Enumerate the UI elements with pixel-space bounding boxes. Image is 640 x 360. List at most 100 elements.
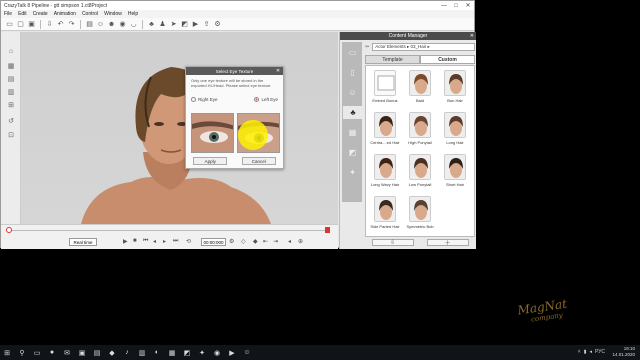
side-tab-actor-icon[interactable]: ▯ <box>346 66 359 79</box>
import-icon[interactable]: ⇩ <box>45 20 54 29</box>
menu-control[interactable]: Control <box>82 11 98 17</box>
app-icon[interactable]: ▶ <box>225 347 239 358</box>
asset-item[interactable]: Side Parted Hair <box>370 196 400 229</box>
save-icon[interactable]: ▣ <box>27 20 36 29</box>
layout-icon[interactable]: ▤ <box>6 74 16 84</box>
app-icon[interactable]: ◐ <box>150 347 164 358</box>
render-icon[interactable]: ▶ <box>191 20 200 29</box>
loop-icon[interactable]: ⟲ <box>186 238 191 245</box>
play-icon[interactable]: ▶ <box>123 238 128 245</box>
browser-icon[interactable]: ● <box>45 347 59 358</box>
scene-icon[interactable]: ▤ <box>85 20 94 29</box>
asset-item[interactable]: Centra....ed Hair <box>370 112 400 145</box>
menu-window[interactable]: Window <box>104 11 122 17</box>
timecode-field[interactable]: 00:00:000 <box>201 238 226 246</box>
side-tab-scene-icon[interactable]: ◩ <box>346 146 359 159</box>
app-icon[interactable]: ◉ <box>210 347 224 358</box>
last-frame-icon[interactable]: ⏭ <box>173 238 178 245</box>
menu-animation[interactable]: Animation <box>54 11 76 17</box>
right-eye-preview[interactable] <box>191 113 234 153</box>
settings-small-icon[interactable]: ⚙ <box>229 238 234 245</box>
body-icon[interactable]: ♟ <box>158 20 167 29</box>
menu-help[interactable]: Help <box>128 11 138 17</box>
apply-button[interactable]: Apply <box>193 157 228 165</box>
volume-icon[interactable]: ◂ <box>288 238 291 245</box>
motion-icon[interactable]: ➤ <box>169 20 178 29</box>
settings-icon[interactable]: ⚙ <box>213 20 222 29</box>
asset-item[interactable]: Long Wavy Hair <box>370 154 400 187</box>
timeline-track[interactable] <box>7 230 329 231</box>
asset-item[interactable]: Embed Bonus <box>370 70 400 103</box>
asset-item[interactable]: Short Hair <box>440 154 470 187</box>
menu-edit[interactable]: Edit <box>18 11 27 17</box>
marker-icon[interactable]: ◆ <box>253 238 258 245</box>
split-icon[interactable]: ▥ <box>6 87 16 97</box>
panel-close-icon[interactable]: ✕ <box>470 33 474 39</box>
app-icon[interactable]: ✦ <box>195 347 209 358</box>
asset-item[interactable]: Bald <box>405 70 435 103</box>
mouth-icon[interactable]: ◡ <box>129 20 138 29</box>
actor-icon[interactable]: ☺ <box>96 20 105 29</box>
files-icon[interactable]: ▤ <box>90 347 104 358</box>
next-frame-icon[interactable]: ▸ <box>163 238 166 245</box>
app-icon[interactable]: ▦ <box>165 347 179 358</box>
prev-frame-icon[interactable]: ◂ <box>153 238 156 245</box>
asset-item[interactable]: Long Hair <box>440 112 470 145</box>
mail-icon[interactable]: ✉ <box>60 347 74 358</box>
crazytalk-icon[interactable]: ☺ <box>240 347 254 358</box>
asset-item[interactable]: Bun Hair <box>440 70 470 103</box>
side-tab-props-icon[interactable]: ✦ <box>346 166 359 179</box>
reset-view-icon[interactable]: ↺ <box>6 116 16 126</box>
tab-template[interactable]: Template <box>365 55 420 64</box>
side-tab-template-icon[interactable]: ▭ <box>346 46 359 59</box>
side-tab-motion-icon[interactable]: ▦ <box>346 126 359 139</box>
grid-icon[interactable]: ▦ <box>6 61 16 71</box>
network-icon[interactable]: ▮ <box>584 349 587 355</box>
out-icon[interactable]: ⇥ <box>273 238 278 245</box>
timeline-end-handle[interactable] <box>325 227 330 233</box>
home-icon[interactable]: ⌂ <box>6 46 16 56</box>
cancel-button[interactable]: Cancel <box>241 157 276 165</box>
redo-icon[interactable]: ↷ <box>67 20 76 29</box>
app-icon[interactable]: ◆ <box>105 347 119 358</box>
camera-icon[interactable]: ◩ <box>180 20 189 29</box>
clock[interactable]: 19:10 14.01.2020 <box>612 346 635 358</box>
app-icon[interactable]: ▥ <box>135 347 149 358</box>
music-icon[interactable]: ♪ <box>120 347 134 358</box>
frame-icon[interactable]: ⊞ <box>6 100 16 110</box>
open-icon[interactable]: ▢ <box>16 20 25 29</box>
dialog-close-icon[interactable]: ✕ <box>275 68 281 74</box>
maximize-button[interactable]: □ <box>450 3 462 9</box>
eye-icon[interactable]: ◉ <box>118 20 127 29</box>
back-icon[interactable]: ⇦ <box>365 44 369 50</box>
volume-icon[interactable]: ◂ <box>589 349 592 355</box>
start-icon[interactable]: ⊞ <box>0 347 14 358</box>
first-frame-icon[interactable]: ⏮ <box>143 238 148 245</box>
in-icon[interactable]: ⇤ <box>263 238 268 245</box>
hair-icon[interactable]: ♣ <box>147 20 156 29</box>
download-button[interactable]: ⇩ <box>371 238 414 246</box>
timeline-start-handle[interactable] <box>6 227 12 233</box>
add-button[interactable]: ＋ <box>426 238 469 247</box>
asset-item[interactable]: Symmetric Bob <box>405 196 435 229</box>
language-indicator[interactable]: РУС <box>595 349 605 355</box>
tab-custom[interactable]: Custom <box>420 55 475 64</box>
right-eye-radio[interactable]: Right Eye <box>191 97 218 102</box>
search-icon[interactable]: ⚲ <box>15 347 29 358</box>
menu-create[interactable]: Create <box>33 11 48 17</box>
side-tab-hair-icon[interactable]: ♣ <box>343 106 363 119</box>
task-view-icon[interactable]: ▭ <box>30 347 44 358</box>
close-button[interactable]: ✕ <box>462 2 474 9</box>
3d-viewport[interactable] <box>21 32 338 224</box>
undo-icon[interactable]: ↶ <box>56 20 65 29</box>
fit-icon[interactable]: ⊡ <box>6 130 16 140</box>
app-icon[interactable]: ◩ <box>180 347 194 358</box>
key-icon[interactable]: ◇ <box>241 238 246 245</box>
zoom-icon[interactable]: ⊕ <box>298 238 303 245</box>
new-icon[interactable]: ▭ <box>5 20 14 29</box>
side-tab-head-icon[interactable]: ☺ <box>346 86 359 99</box>
face-icon[interactable]: ☻ <box>107 20 116 29</box>
realtime-dropdown[interactable]: Real time <box>69 238 97 246</box>
path-dropdown[interactable]: Actor Elements ▸ 03_Hair ▸ <box>372 43 475 51</box>
asset-item[interactable]: High Ponytail <box>405 112 435 145</box>
